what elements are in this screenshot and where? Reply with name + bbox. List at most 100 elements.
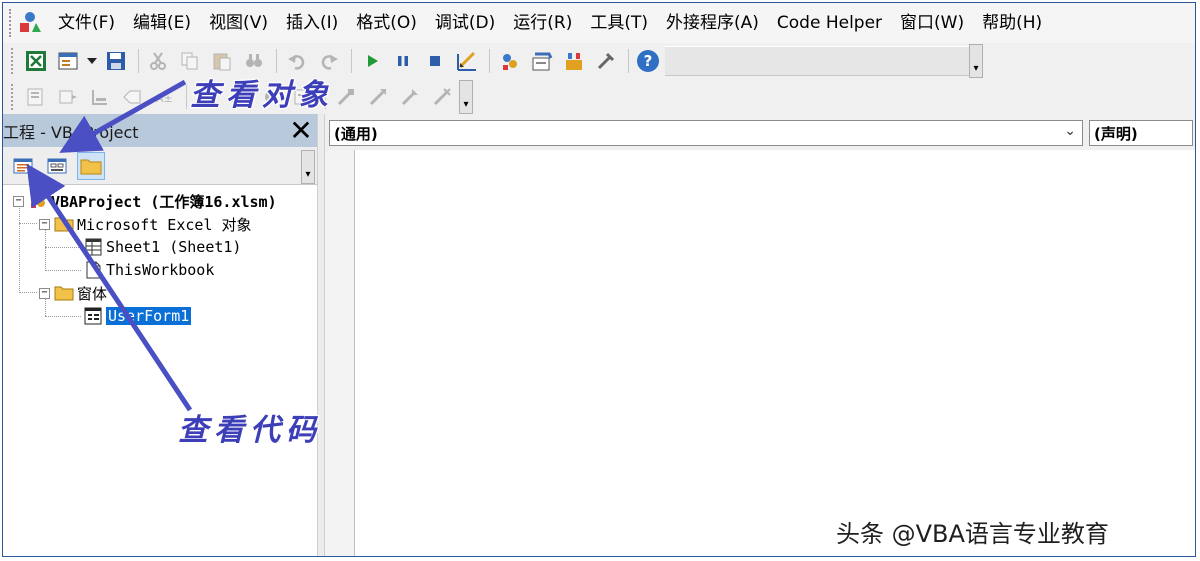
toolbar-grip[interactable] — [11, 84, 15, 110]
tree-item-label: VBAProject (工作簿16.xlsm) — [51, 192, 277, 211]
menu-run[interactable]: 运行(R) — [504, 8, 581, 38]
menu-edit[interactable]: 编辑(E) — [124, 8, 200, 38]
project-explorer-icon[interactable] — [495, 46, 525, 76]
tree-connector — [45, 247, 81, 248]
chevron-down-icon[interactable]: ⌄ — [1064, 123, 1076, 139]
tree-item-userform1[interactable]: UserForm1 — [83, 305, 192, 327]
toolbar-separator — [350, 49, 352, 73]
menu-file[interactable]: 文件(F) — [49, 8, 124, 38]
tree-item-thisworkbook[interactable]: ThisWorkbook — [83, 259, 214, 281]
svg-text:?: ? — [644, 52, 653, 70]
bookmark-toggle-icon[interactable] — [331, 82, 361, 112]
view-object-button[interactable] — [43, 152, 71, 180]
menu-tools[interactable]: 工具(T) — [581, 8, 657, 38]
tree-connector — [19, 223, 37, 224]
vba-project-icon — [31, 194, 45, 208]
project-tree: − VBAProject (工作簿16.xlsm) − Microsoft Ex… — [3, 185, 317, 556]
worksheet-icon — [85, 238, 102, 256]
excel-view-icon[interactable] — [21, 46, 51, 76]
tree-item-excel-objects[interactable]: − Microsoft Excel 对象 — [39, 213, 252, 235]
list-properties-icon[interactable] — [21, 82, 51, 112]
object-browser-icon[interactable] — [559, 46, 589, 76]
properties-icon[interactable] — [527, 46, 557, 76]
view-code-button[interactable] — [9, 152, 37, 180]
project-explorer-titlebar: 工程 - VBAProject ✕ — [3, 114, 317, 147]
toolbar-options-button[interactable]: ▾ — [301, 150, 315, 184]
clear-bookmarks-icon[interactable] — [427, 82, 457, 112]
tree-connector — [45, 229, 46, 271]
toolbar-grip[interactable] — [11, 48, 15, 74]
menu-addins[interactable]: 外接程序(A) — [657, 8, 768, 38]
menu-format[interactable]: 格式(O) — [347, 8, 426, 38]
run-icon[interactable] — [357, 46, 387, 76]
vbe-window: 文件(F) 编辑(E) 视图(V) 插入(I) 格式(O) 调试(D) 运行(R… — [2, 2, 1196, 557]
standard-toolbar: ? ▾ — [3, 43, 983, 79]
toolbar-options-button[interactable]: ▾ — [459, 80, 473, 114]
design-mode-icon[interactable] — [452, 46, 482, 76]
complete-word-icon[interactable]: A± — [149, 82, 179, 112]
tree-connector — [45, 270, 81, 271]
close-icon[interactable]: ✕ — [287, 116, 315, 145]
menu-insert[interactable]: 插入(I) — [277, 8, 347, 38]
toolbar-empty-area — [665, 46, 969, 76]
code-editor[interactable] — [355, 150, 1195, 556]
menu-bar: 文件(F) 编辑(E) 视图(V) 插入(I) 格式(O) 调试(D) 运行(R… — [3, 3, 1195, 43]
menu-view[interactable]: 视图(V) — [200, 8, 277, 38]
collapse-icon[interactable]: − — [39, 218, 50, 230]
procedure-dropdown[interactable]: (声明) — [1089, 120, 1193, 146]
previous-bookmark-icon[interactable] — [395, 82, 425, 112]
menu-code-helper[interactable]: Code Helper — [768, 8, 891, 38]
project-explorer-toolbar: ▾ — [3, 147, 317, 185]
cut-icon[interactable] — [144, 46, 174, 76]
folder-icon — [54, 217, 74, 232]
toolbar-separator — [186, 85, 187, 109]
toolbar-separator — [489, 49, 491, 73]
menu-window[interactable]: 窗口(W) — [891, 8, 973, 38]
save-icon[interactable] — [101, 46, 131, 76]
tree-item-vbaproject[interactable]: − VBAProject (工作簿16.xlsm) — [13, 190, 277, 212]
tree-item-sheet1[interactable]: Sheet1 (Sheet1) — [83, 236, 241, 258]
workbook-icon — [86, 261, 101, 279]
svg-text:A±: A± — [156, 92, 173, 105]
tree-connector — [19, 292, 37, 293]
tree-connector — [19, 203, 20, 293]
collapse-icon[interactable]: − — [13, 195, 24, 207]
object-dropdown-value: (通用) — [334, 124, 378, 143]
tree-item-label: Sheet1 (Sheet1) — [106, 238, 242, 256]
toggle-folders-button[interactable] — [77, 151, 105, 180]
reset-icon[interactable] — [420, 46, 450, 76]
collapse-icon[interactable]: − — [39, 287, 50, 299]
insert-userform-icon[interactable] — [53, 46, 83, 76]
code-margin-indicator-bar[interactable] — [325, 150, 355, 556]
toolbox-icon[interactable] — [591, 46, 621, 76]
object-dropdown[interactable]: (通用) ⌄ — [329, 120, 1083, 146]
menubar-grip[interactable] — [9, 9, 13, 37]
code-window-header: (通用) ⌄ (声明) — [325, 114, 1195, 150]
menu-help[interactable]: 帮助(H) — [973, 8, 1051, 38]
tree-item-label: ThisWorkbook — [106, 261, 215, 279]
quick-info-icon[interactable] — [85, 82, 115, 112]
procedure-dropdown-value: (声明) — [1094, 124, 1138, 143]
chevron-down-icon[interactable] — [85, 46, 99, 76]
tree-item-label: Microsoft Excel 对象 — [77, 215, 252, 234]
toolbar-separator — [627, 49, 629, 73]
callout-view-code: 查看代码 — [178, 413, 322, 448]
userform-icon — [84, 307, 102, 325]
help-icon[interactable]: ? — [634, 46, 664, 76]
parameter-info-icon[interactable] — [117, 82, 147, 112]
pane-splitter[interactable] — [317, 114, 325, 556]
toolbar-separator — [137, 49, 139, 73]
tree-item-forms[interactable]: − 窗体 — [39, 282, 107, 304]
callout-view-object: 查看对象 — [190, 78, 334, 113]
watermark: 头条 @VBA语言专业教育 — [836, 520, 1109, 548]
tree-item-label: UserForm1 — [106, 307, 192, 325]
vba-app-icon[interactable] — [17, 10, 43, 36]
toolbar-options-button[interactable]: ▾ — [969, 44, 983, 78]
folder-icon — [54, 286, 74, 301]
break-icon[interactable] — [389, 46, 419, 76]
tree-item-label: 窗体 — [77, 284, 108, 303]
tree-connector — [45, 316, 81, 317]
menu-debug[interactable]: 调试(D) — [426, 8, 504, 38]
next-bookmark-icon[interactable] — [363, 82, 393, 112]
list-constants-icon[interactable] — [53, 82, 83, 112]
